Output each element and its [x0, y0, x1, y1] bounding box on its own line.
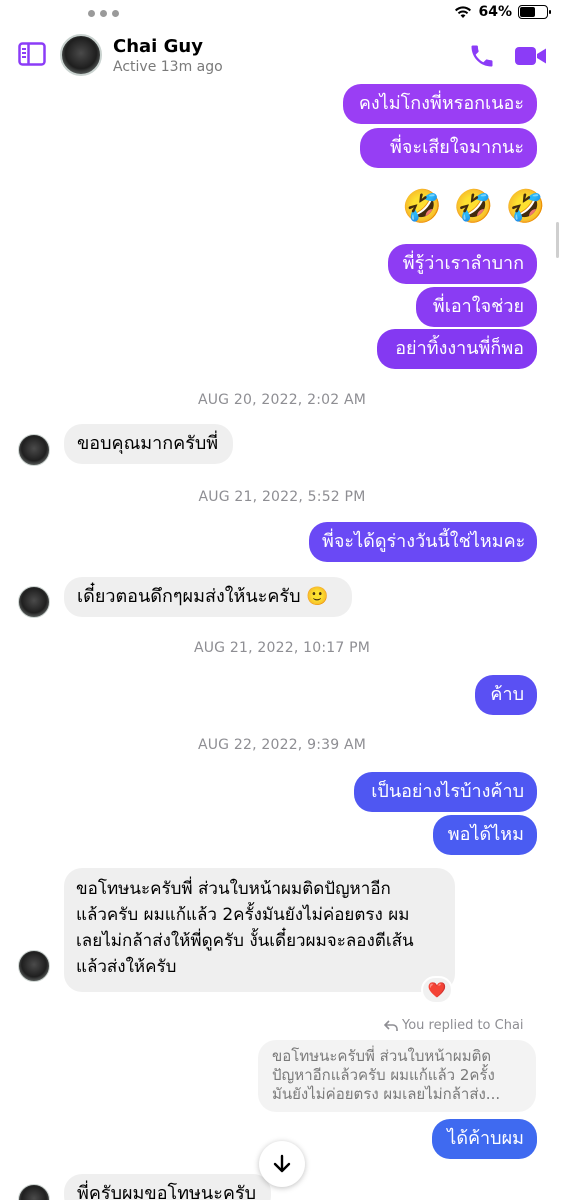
message-line: แล้วส่งให้ครับ	[76, 957, 177, 977]
outgoing-message[interactable]: เป็นอย่างไรบ้างค้าบ	[354, 772, 537, 812]
outgoing-message[interactable]: ได้ค้าบผม	[432, 1119, 537, 1159]
quoted-line: ขอโทษนะครับพี่ ส่วนใบหน้าผมติด	[272, 1047, 492, 1065]
timestamp: AUG 20, 2022, 2:02 AM	[197, 392, 367, 408]
heart-reaction-icon[interactable]: ❤️	[421, 976, 453, 1004]
contact-avatar-small[interactable]	[18, 950, 50, 982]
reply-arrow-icon	[384, 1019, 398, 1031]
rolling-laughing-emoji: 🤣	[402, 187, 442, 225]
outgoing-message[interactable]: พี่จะเสียใจมากนะ	[360, 128, 537, 168]
rolling-laughing-emoji: 🤣	[505, 187, 546, 225]
contact-avatar-small[interactable]	[18, 586, 50, 618]
sidebar-toggle-icon[interactable]	[18, 42, 46, 66]
contact-avatar-small[interactable]	[18, 1184, 50, 1200]
outgoing-message[interactable]: พอได้ไหม	[433, 815, 537, 855]
outgoing-message[interactable]: ค้าบ	[475, 675, 537, 715]
rolling-laughing-emoji: 🤣	[453, 187, 494, 225]
quoted-line: ปัญหาอีกแล้วครับ ผมแก้แล้ว 2ครั้ง	[272, 1066, 495, 1084]
outgoing-message[interactable]: พี่เอาใจช่วย	[416, 287, 537, 327]
scrollbar[interactable]	[556, 222, 559, 258]
contact-avatar[interactable]	[60, 34, 102, 76]
video-camera-icon[interactable]	[514, 44, 548, 68]
incoming-message[interactable]: ขอโทษนะครับพี่ ส่วนใบหน้าผมติดปัญหาอีก แ…	[64, 868, 455, 992]
scroll-to-bottom-button[interactable]	[259, 1141, 305, 1187]
incoming-message[interactable]: เดี๋ยวตอนดึกๆผมส่งให้นะครับ 🙂	[64, 577, 352, 617]
timestamp: AUG 22, 2022, 9:39 AM	[197, 737, 367, 753]
message-line: แล้วครับ ผมแก้แล้ว 2ครั้งมันยังไม่ค่อยตร…	[76, 905, 410, 925]
multitasking-dots-icon[interactable]	[88, 10, 119, 17]
message-line: ขอโทษนะครับพี่ ส่วนใบหน้าผมติดปัญหาอีก	[76, 879, 391, 899]
phone-icon[interactable]	[468, 42, 496, 70]
contact-active-status: Active 13m ago	[113, 59, 223, 75]
outgoing-message[interactable]: คงไม่โกงพี่หรอกเนอะ	[343, 84, 537, 124]
emoji-message[interactable]: 🤣 🤣 🤣	[402, 186, 546, 226]
timestamp: AUG 21, 2022, 10:17 PM	[193, 640, 371, 656]
quoted-reply-preview[interactable]: ขอโทษนะครับพี่ ส่วนใบหน้าผมติด ปัญหาอีกแ…	[258, 1040, 536, 1112]
replied-to-text: You replied to Chai	[402, 1018, 524, 1033]
chat-header: Chai Guy Active 13m ago	[0, 28, 564, 84]
quoted-line: มันยังไม่ค่อยตรง ผมเลยไม่กล้าส่ง...	[272, 1085, 501, 1103]
replied-to-label: You replied to Chai	[384, 1018, 524, 1033]
incoming-message[interactable]: พี่ครับผมขอโทษนะครับ	[64, 1174, 271, 1200]
message-line: เลยไม่กล้าส่งให้พี่ดูครับ งั้นเดี๋ยวผมจะ…	[76, 931, 414, 951]
arrow-down-icon	[273, 1154, 291, 1173]
contact-avatar-small[interactable]	[18, 434, 50, 466]
battery-percent: 64%	[478, 4, 512, 20]
incoming-message[interactable]: ขอบคุณมากครับพี่	[64, 424, 233, 464]
timestamp: AUG 21, 2022, 5:52 PM	[198, 489, 366, 505]
status-indicators: 64%	[454, 4, 551, 20]
outgoing-message[interactable]: อย่าทิ้งงานพี่ก็พอ	[377, 329, 537, 369]
status-bar: 64%	[0, 0, 564, 28]
outgoing-message[interactable]: พี่จะได้ดูร่างวันนี้ใช่ไหมคะ	[309, 522, 537, 562]
outgoing-message[interactable]: พี่รู้ว่าเราลำบาก	[388, 244, 537, 284]
battery-icon	[518, 5, 551, 19]
contact-name[interactable]: Chai Guy	[113, 36, 203, 57]
wifi-icon	[455, 6, 472, 18]
